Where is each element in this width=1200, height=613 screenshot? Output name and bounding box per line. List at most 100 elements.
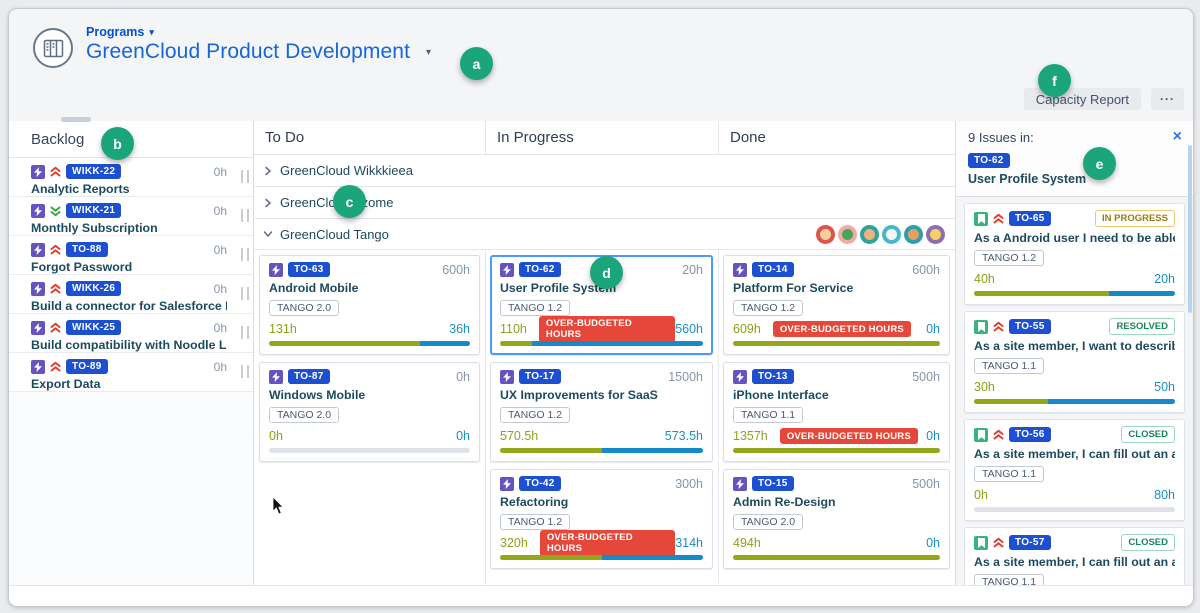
backlog-item[interactable]: TO-88 0h Forgot Password [9,236,253,275]
issue-key-badge[interactable]: WIKK-26 [66,281,121,296]
issue-key-badge[interactable]: TO-63 [288,262,330,277]
close-icon[interactable]: × [1173,129,1182,145]
page-title: GreenCloud Product Development [86,40,410,64]
version-chip: TANGO 1.2 [733,300,803,316]
issue-key-badge[interactable]: TO-87 [288,369,330,384]
priority-highest-icon [50,322,61,334]
backlog-item[interactable]: WIKK-22 0h Analytic Reports [9,158,253,197]
priority-highest-icon [993,537,1004,549]
over-budget-badge: OVER-BUDGETED HOURS [539,316,675,343]
sidebar-scrollbar[interactable] [61,117,91,122]
breadcrumb-programs[interactable]: Programs ▾ [86,25,431,39]
issue-card[interactable]: TO-13 500h iPhone Interface TANGO 1.1 13… [723,362,950,462]
avatar-prince[interactable] [926,225,945,244]
priority-highest-icon [50,166,61,178]
story-icon [974,428,988,442]
avatar-cactus[interactable] [838,225,857,244]
issue-key-badge[interactable]: TO-62 [519,262,561,277]
drag-handle[interactable] [241,326,249,339]
status-badge: CLOSED [1121,426,1175,443]
backlog-item[interactable]: WIKK-21 0h Monthly Subscription [9,197,253,236]
progress-bar [500,448,703,453]
drag-handle[interactable] [241,209,249,222]
version-chip: TANGO 1.2 [974,250,1044,266]
column-todo: TO-63 600h Android Mobile TANGO 2.0 131h… [254,250,485,586]
issue-hours: 0h [214,321,227,335]
annotation-e: e [1083,147,1116,180]
swimlane-name: GreenCloud Wikkkieea [280,163,413,178]
issue-key-badge[interactable]: TO-57 [1009,535,1051,550]
version-chip: TANGO 1.2 [500,514,570,530]
issue-key-badge[interactable]: TO-13 [752,369,794,384]
issues-panel: 9 Issues in: TO-62 User Profile System ×… [955,121,1193,586]
panel-issue-card[interactable]: TO-57 CLOSED As a site member, I can fil… [964,527,1185,586]
swimlane-wikkkieea[interactable]: GreenCloud Wikkkieea [254,155,955,187]
issue-hours: 0h [214,282,227,296]
epic-icon [31,165,45,179]
issue-key-badge[interactable]: TO-14 [752,262,794,277]
remaining-hours: 560h [675,322,703,336]
progress-bar [974,399,1175,404]
drag-handle[interactable] [241,365,249,378]
estimate-hours: 1500h [668,370,703,384]
issue-key-badge[interactable]: TO-42 [519,476,561,491]
issue-title: Export Data [31,377,227,391]
issue-card[interactable]: TO-42 300h Refactoring TANGO 1.2 320h OV… [490,469,713,569]
issue-key-badge[interactable]: WIKK-21 [66,203,121,218]
remaining-hours: 80h [1154,488,1175,502]
version-chip: TANGO 2.0 [269,407,339,423]
issue-title: Android Mobile [269,281,470,295]
issue-key-badge[interactable]: TO-17 [519,369,561,384]
more-options-button[interactable]: ··· [1151,88,1184,110]
estimate-hours: 500h [912,370,940,384]
epic-icon [733,263,747,277]
spent-hours: 30h [974,380,995,394]
issue-card[interactable]: TO-63 600h Android Mobile TANGO 2.0 131h… [259,255,480,355]
column-done: TO-14 600h Platform For Service TANGO 1.… [718,250,955,586]
issue-key-badge[interactable]: TO-65 [1009,211,1051,226]
drag-handle[interactable] [241,170,249,183]
annotation-c: c [333,185,366,218]
backlog-item[interactable]: WIKK-26 0h Build a connector for Salesfo… [9,275,253,314]
issue-key-badge[interactable]: TO-56 [1009,427,1051,442]
epic-icon [733,370,747,384]
version-chip: TANGO 2.0 [733,514,803,530]
avatar-ghost[interactable] [882,225,901,244]
avatar-gnome[interactable] [860,225,879,244]
drag-handle[interactable] [241,287,249,300]
parent-issue-key-badge[interactable]: TO-62 [968,153,1010,168]
spent-hours: 40h [974,272,995,286]
backlog-item[interactable]: TO-89 0h Export Data [9,353,253,392]
chevron-right-icon [264,198,272,208]
avatar-santa[interactable] [816,225,835,244]
issue-hours: 0h [214,360,227,374]
tango-cards-area: TO-63 600h Android Mobile TANGO 2.0 131h… [254,250,955,586]
issue-card[interactable]: TO-14 600h Platform For Service TANGO 1.… [723,255,950,355]
issue-card[interactable]: TO-17 1500h UX Improvements for SaaS TAN… [490,362,713,462]
remaining-hours: 0h [456,429,470,443]
drag-handle[interactable] [241,248,249,261]
over-budget-badge: OVER-BUDGETED HOURS [540,530,675,557]
panel-issue-card[interactable]: TO-56 CLOSED As a site member, I can fil… [964,419,1185,521]
panel-issue-card[interactable]: TO-65 IN PROGRESS As a Android user I ne… [964,203,1185,305]
swimlane-tango[interactable]: GreenCloud Tango [254,219,955,250]
backlog-item[interactable]: WIKK-25 0h Build compatibility with Nood… [9,314,253,353]
title-dropdown-icon[interactable]: ▾ [426,47,431,58]
issue-card[interactable]: TO-15 500h Admin Re-Design TANGO 2.0 494… [723,469,950,569]
issue-key-badge[interactable]: TO-55 [1009,319,1051,334]
avatar-elf[interactable] [904,225,923,244]
epic-icon [31,282,45,296]
issue-key-badge[interactable]: TO-89 [66,359,108,374]
issue-key-badge[interactable]: WIKK-22 [66,164,121,179]
issue-key-badge[interactable]: TO-15 [752,476,794,491]
issue-key-badge[interactable]: WIKK-25 [66,320,121,335]
panel-issue-card[interactable]: TO-55 RESOLVED As a site member, I want … [964,311,1185,413]
version-chip: TANGO 1.1 [974,358,1044,374]
issue-key-badge[interactable]: TO-88 [66,242,108,257]
issue-title: Analytic Reports [31,182,227,196]
version-chip: TANGO 1.1 [974,466,1044,482]
panel-scrollbar[interactable] [1188,145,1192,313]
issue-card[interactable]: TO-87 0h Windows Mobile TANGO 2.0 0h OVE… [259,362,480,462]
annotation-f: f [1038,64,1071,97]
issue-title: As a site member, I can fill out an appl… [974,555,1175,569]
